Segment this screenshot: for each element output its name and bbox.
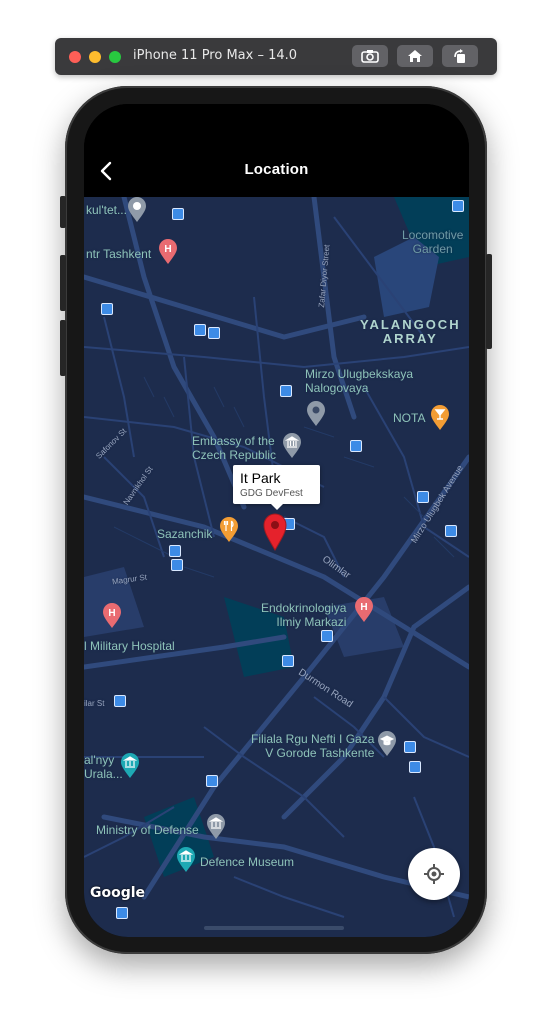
bus-stop-icon bbox=[171, 559, 183, 571]
bar-pin-icon[interactable] bbox=[430, 405, 450, 431]
notch bbox=[180, 104, 374, 132]
bus-stop-icon bbox=[208, 327, 220, 339]
minimize-window-button[interactable] bbox=[89, 51, 101, 63]
home-icon bbox=[408, 50, 422, 62]
poi-label-sazanchik: Sazanchik bbox=[157, 527, 213, 541]
hospital-pin-icon[interactable]: H bbox=[354, 597, 374, 623]
page-title: Location bbox=[244, 161, 309, 178]
place-pin-icon[interactable] bbox=[306, 401, 326, 427]
hospital-pin-icon[interactable]: H bbox=[158, 239, 178, 265]
bus-stop-icon bbox=[194, 324, 206, 336]
zoom-window-button[interactable] bbox=[109, 51, 121, 63]
education-pin-icon[interactable] bbox=[377, 731, 397, 757]
volume-down-button bbox=[60, 320, 66, 376]
map-view[interactable]: ntr Tashkent kul'tet... Locomotive Garde… bbox=[84, 197, 469, 937]
screenshot-icon bbox=[361, 50, 379, 63]
park-label-locomotive: Locomotive Garden bbox=[402, 228, 464, 256]
bus-stop-icon bbox=[350, 440, 362, 452]
museum-pin-icon[interactable] bbox=[176, 847, 196, 873]
simulator-window-bar: iPhone 11 Pro Max – 14.0 bbox=[55, 38, 497, 75]
bus-stop-icon bbox=[445, 525, 457, 537]
bus-stop-icon bbox=[282, 655, 294, 667]
museum-pin-icon[interactable] bbox=[120, 753, 140, 779]
poi-label-defence-museum: Defence Museum bbox=[200, 855, 295, 869]
marker-snippet: GDG DevFest bbox=[240, 488, 303, 499]
svg-text:H: H bbox=[164, 244, 171, 255]
road-label-ular: ilar St bbox=[84, 699, 105, 708]
poi-label-alnyy: al'nyy Urala... bbox=[84, 753, 123, 781]
my-location-button[interactable] bbox=[408, 848, 460, 900]
poi-label-embassy: Embassy of the Czech Republic bbox=[192, 434, 277, 462]
volume-up-button bbox=[60, 255, 66, 311]
bus-stop-icon bbox=[206, 775, 218, 787]
government-pin-icon[interactable] bbox=[206, 814, 226, 840]
home-indicator bbox=[204, 926, 344, 930]
marker-info-window[interactable]: It Park GDG DevFest bbox=[233, 465, 320, 510]
bus-stop-icon bbox=[452, 200, 464, 212]
district-label-yalangoch: YALANGOCH ARRAY bbox=[360, 317, 461, 346]
simulator-title: iPhone 11 Pro Max – 14.0 bbox=[133, 48, 298, 63]
svg-text:H: H bbox=[360, 602, 367, 613]
restaurant-pin-icon[interactable] bbox=[219, 517, 239, 543]
power-button bbox=[486, 254, 492, 349]
bus-stop-icon bbox=[114, 695, 126, 707]
marker-title: It Park bbox=[240, 470, 281, 486]
poi-label-ministry: Ministry of Defense bbox=[96, 823, 199, 837]
education-pin-icon[interactable] bbox=[127, 197, 147, 223]
rotate-button[interactable] bbox=[442, 45, 478, 67]
rotate-icon bbox=[454, 49, 465, 63]
hospital-pin-icon[interactable]: H bbox=[102, 603, 122, 629]
close-window-button[interactable] bbox=[69, 51, 81, 63]
poi-label-mirzo: Mirzo Ulugbekskaya Nalogovaya bbox=[305, 367, 414, 395]
bus-stop-icon bbox=[321, 630, 333, 642]
poi-label-kultet: kul'tet... bbox=[86, 203, 127, 217]
bus-stop-icon bbox=[404, 741, 416, 753]
bus-stop-icon bbox=[280, 385, 292, 397]
bus-stop-icon bbox=[101, 303, 113, 315]
bus-stop-icon bbox=[172, 208, 184, 220]
bus-stop-icon bbox=[417, 491, 429, 503]
bus-stop-icon bbox=[409, 761, 421, 773]
mute-switch bbox=[60, 196, 66, 228]
svg-text:H: H bbox=[108, 608, 115, 619]
screenshot-button[interactable] bbox=[352, 45, 388, 67]
poi-label-filiala: Filiala Rgu Nefti I Gaza V Gorode Tashke… bbox=[251, 732, 375, 760]
poi-label-tashkent: ntr Tashkent bbox=[86, 247, 152, 261]
my-location-icon bbox=[424, 864, 444, 884]
home-button[interactable] bbox=[397, 45, 433, 67]
poi-label-nota: NOTA bbox=[393, 411, 426, 425]
poi-label-military-hospital: l Military Hospital bbox=[84, 639, 175, 653]
google-logo: Google bbox=[90, 885, 146, 901]
poi-label-endokrinologiya: Endokrinologiya Ilmiy Markazi bbox=[261, 601, 347, 629]
location-marker-icon[interactable] bbox=[263, 513, 287, 551]
bus-stop-icon bbox=[116, 907, 128, 919]
embassy-pin-icon[interactable] bbox=[282, 433, 302, 459]
device-screen: Location ntr Tashkent kul'tet... Locomot… bbox=[84, 104, 469, 937]
bus-stop-icon bbox=[169, 545, 181, 557]
